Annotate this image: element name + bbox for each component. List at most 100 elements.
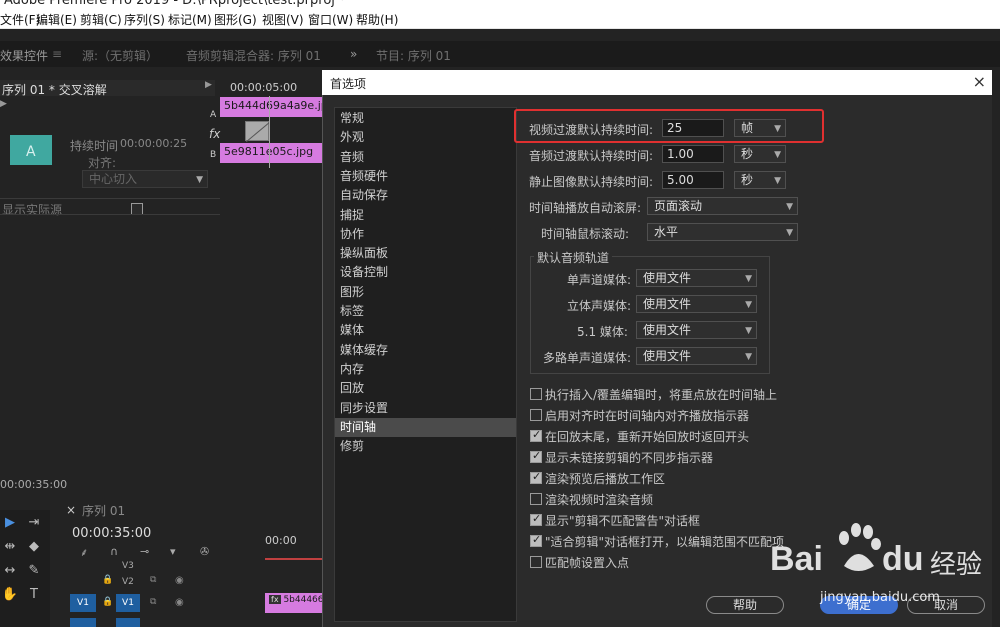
snap-icon[interactable]: ∩ <box>110 545 118 558</box>
menu-clip[interactable]: 剪辑(C) <box>80 11 122 28</box>
transition-block[interactable] <box>245 121 271 143</box>
fx-header-arrow-icon[interactable]: ▶ <box>205 80 212 90</box>
panel-menu-icon[interactable]: ≡ <box>52 47 62 61</box>
category-control-surface[interactable]: 操纵面板 <box>335 244 516 263</box>
category-trim[interactable]: 修剪 <box>335 437 516 456</box>
pen-tool-icon[interactable]: ✎ <box>24 562 44 580</box>
dialog-close-icon[interactable]: × <box>973 72 986 91</box>
menu-view[interactable]: 视图(V) <box>262 11 304 28</box>
checkbox-return-to-start-label: 在回放末尾，重新开始回放时返回开头 <box>545 430 750 444</box>
lock-icon-v1[interactable]: 🔒 <box>102 597 113 607</box>
tab-source[interactable]: 源:（无剪辑） <box>82 47 158 64</box>
menu-edit[interactable]: 编辑(E) <box>36 11 77 28</box>
category-graphics[interactable]: 图形 <box>335 283 516 302</box>
track-v2-label[interactable]: V2 <box>122 577 134 587</box>
still-image-input[interactable]: 5.00 <box>662 171 724 189</box>
category-audio[interactable]: 音频 <box>335 148 516 167</box>
category-media[interactable]: 媒体 <box>335 321 516 340</box>
menu-sequence[interactable]: 序列(S) <box>124 11 165 28</box>
autoscroll-select[interactable]: 页面滚动 ▼ <box>647 197 798 215</box>
category-labels[interactable]: 标签 <box>335 302 516 321</box>
ripple-edit-tool-icon[interactable]: ⇹ <box>0 538 20 556</box>
menu-window[interactable]: 窗口(W) <box>308 11 353 28</box>
checkbox-play-work-area[interactable] <box>530 470 542 484</box>
eye-icon-v1[interactable]: ◉ <box>175 597 184 608</box>
surround-media-label: 5.1 媒体: <box>577 325 628 339</box>
category-playback[interactable]: 回放 <box>335 379 516 398</box>
align-value: 中心切入 <box>89 172 138 186</box>
multi-mono-media-select[interactable]: 使用文件 ▼ <box>636 347 757 365</box>
work-area-bar[interactable] <box>265 558 322 560</box>
checkbox-match-frame[interactable] <box>530 556 542 568</box>
play-transition-icon[interactable]: ▶ <box>0 99 7 109</box>
checkbox-render-audio[interactable] <box>530 493 542 505</box>
still-image-unit-select[interactable]: 秒 ▼ <box>734 171 786 189</box>
menu-file[interactable]: 文件(F) <box>0 11 40 28</box>
mono-media-select[interactable]: 使用文件 ▼ <box>636 269 757 287</box>
track-a1-patch[interactable] <box>116 618 140 627</box>
link-icon[interactable]: ⊸ <box>140 545 149 558</box>
category-memory[interactable]: 内存 <box>335 360 516 379</box>
category-auto-save[interactable]: 自动保存 <box>335 186 516 205</box>
tab-program[interactable]: 节目: 序列 01 <box>376 47 451 64</box>
timeline-clip[interactable]: fx 5b44466 <box>265 593 322 613</box>
category-capture[interactable]: 捕捉 <box>335 206 516 225</box>
category-general[interactable]: 常规 <box>335 109 516 128</box>
audio-transition-unit-select[interactable]: 秒 ▼ <box>734 145 786 163</box>
lock-icon[interactable]: 🔒 <box>102 575 113 585</box>
track-v1-label[interactable]: V1 <box>116 594 140 612</box>
track-v3-label[interactable]: V3 <box>122 561 134 571</box>
category-sync-settings[interactable]: 同步设置 <box>335 399 516 418</box>
source-patch-v1[interactable]: V1 <box>70 594 96 612</box>
timeline-timecode[interactable]: 00:00:35:00 <box>72 526 151 541</box>
checkbox-focus-timeline[interactable] <box>530 388 542 400</box>
menu-help[interactable]: 帮助(H) <box>356 11 398 28</box>
category-audio-hardware[interactable]: 音频硬件 <box>335 167 516 186</box>
category-media-cache[interactable]: 媒体缓存 <box>335 341 516 360</box>
clip-a[interactable]: 5b444d69a4a9e.jpg <box>220 97 322 117</box>
menu-marker[interactable]: 标记(M) <box>168 11 212 28</box>
audio-transition-input[interactable]: 1.00 <box>662 145 724 163</box>
clip-b[interactable]: 5e9811e05c.jpg <box>220 143 322 163</box>
checkbox-return-to-start[interactable] <box>530 428 542 442</box>
menu-graphics[interactable]: 图形(G) <box>214 11 257 28</box>
category-timeline[interactable]: 时间轴 <box>335 418 516 437</box>
nest-icon[interactable]: ⸙ <box>80 545 88 560</box>
track-b-label: B <box>210 150 217 160</box>
surround-media-select[interactable]: 使用文件 ▼ <box>636 321 757 339</box>
checkbox-out-of-sync[interactable] <box>530 449 542 463</box>
playhead-line[interactable] <box>269 96 270 168</box>
align-select[interactable]: 中心切入 ▼ <box>82 170 208 188</box>
slip-tool-icon[interactable]: ↔ <box>0 562 20 580</box>
track-select-tool-icon[interactable]: ⇥ <box>24 514 44 532</box>
razor-tool-icon[interactable]: ◆ <box>24 538 44 556</box>
chevron-down-icon: ▼ <box>774 150 781 160</box>
checkbox-snap-playhead[interactable] <box>530 409 542 421</box>
timeline-sequence-tab[interactable]: 序列 01 <box>82 502 125 519</box>
tab-effect-controls[interactable]: 效果控件 <box>0 47 48 64</box>
tools-panel: ▶ ⇥ ⇹ ◆ ↔ ✎ ✋ T <box>0 510 50 627</box>
timeline-close-icon[interactable]: × <box>66 503 76 517</box>
tab-audio-mixer[interactable]: 音频剪辑混合器: 序列 01 <box>186 47 321 64</box>
hand-tool-icon[interactable]: ✋ <box>0 586 20 604</box>
duration-value[interactable]: 00:00:00:25 <box>120 137 187 150</box>
type-tool-icon[interactable]: T <box>24 586 44 604</box>
watermark-url: jingyan.baidu.com <box>820 590 940 605</box>
svg-text:A: A <box>26 144 36 160</box>
sync-icon-v1[interactable]: ⧉ <box>150 597 156 607</box>
category-device-control[interactable]: 设备控制 <box>335 263 516 282</box>
source-patch-a1[interactable] <box>70 618 96 627</box>
sync-icon[interactable]: ⧉ <box>150 575 156 585</box>
settings-wrench-icon[interactable]: ✇ <box>200 545 209 558</box>
marker-icon[interactable]: ▾ <box>170 545 176 558</box>
checkbox-out-of-sync-label: 显示未链接剪辑的不同步指示器 <box>545 451 714 465</box>
category-collaboration[interactable]: 协作 <box>335 225 516 244</box>
checkbox-fit-clip[interactable] <box>530 533 542 547</box>
mouse-scroll-select[interactable]: 水平 ▼ <box>647 223 798 241</box>
category-appearance[interactable]: 外观 <box>335 128 516 147</box>
eye-icon[interactable]: ◉ <box>175 575 184 586</box>
selection-tool-icon[interactable]: ▶ <box>0 514 20 532</box>
checkbox-clip-mismatch[interactable] <box>530 512 542 526</box>
expand-tabs-icon[interactable]: » <box>350 47 357 61</box>
stereo-media-select[interactable]: 使用文件 ▼ <box>636 295 757 313</box>
